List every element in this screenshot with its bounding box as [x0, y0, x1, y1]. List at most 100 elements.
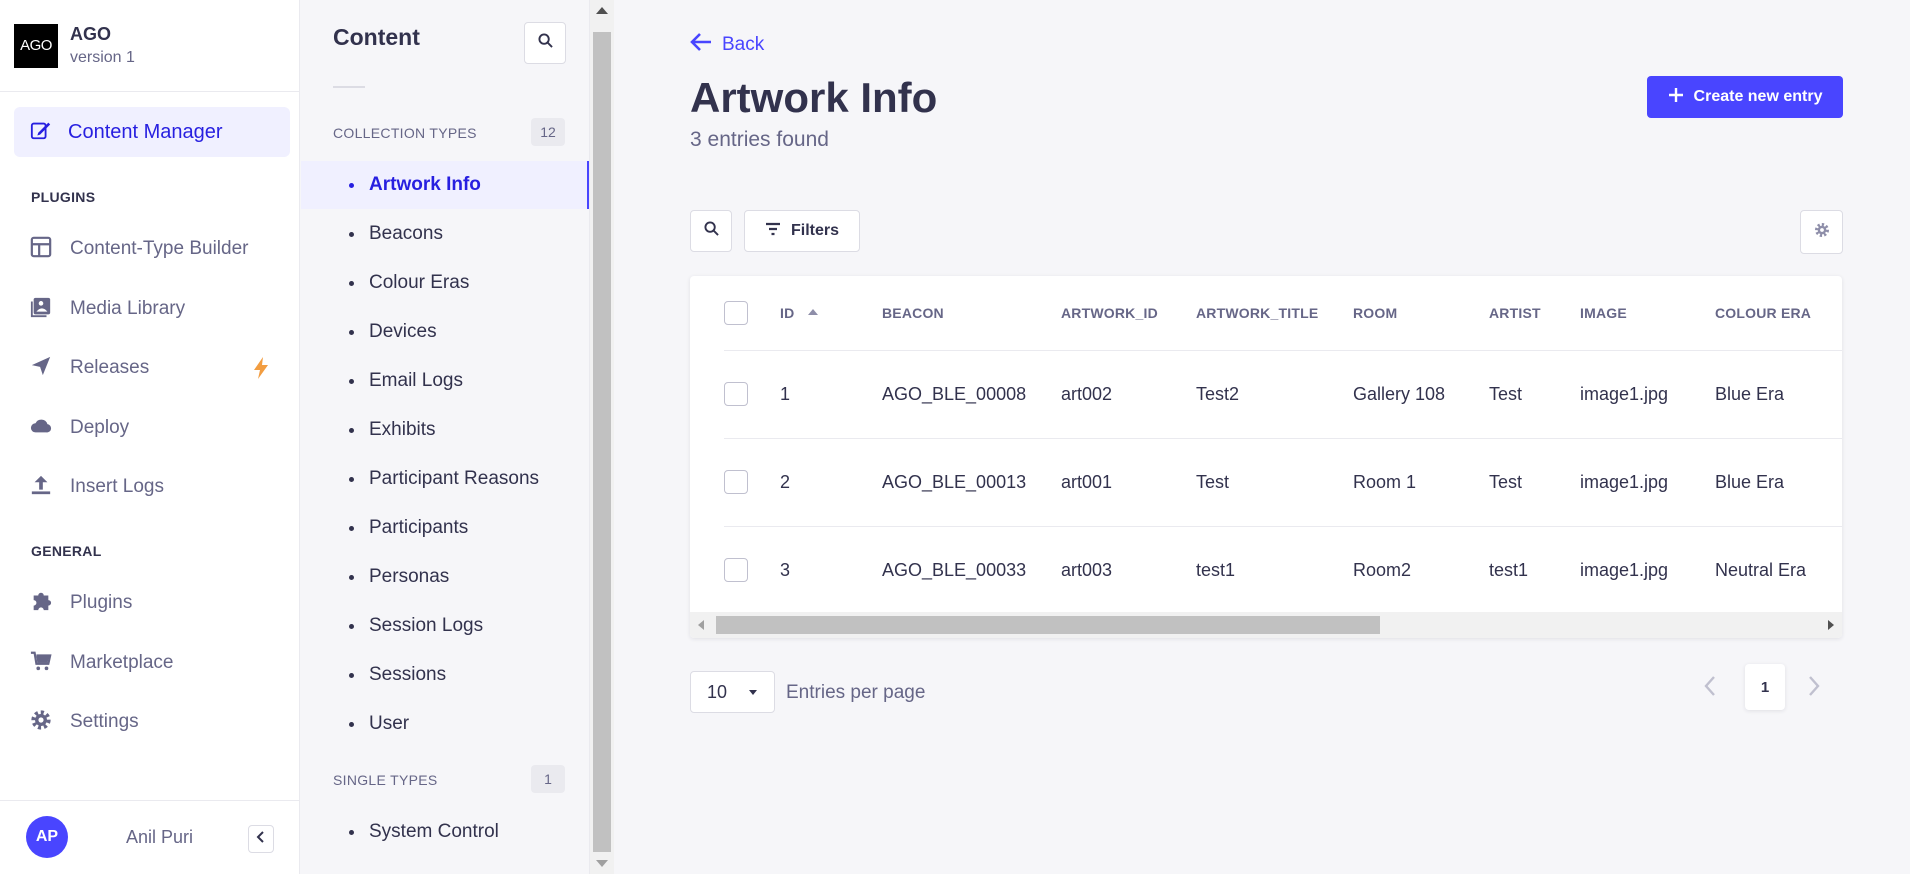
per-page-label: Entries per page: [786, 682, 926, 703]
create-new-entry-button[interactable]: Create new entry: [1647, 76, 1843, 118]
collection-type-item[interactable]: Participants: [301, 504, 589, 552]
column-header-beacon[interactable]: BEACON: [882, 276, 1061, 351]
bullet-icon: [349, 829, 354, 835]
nav-item-content-manager[interactable]: Content Manager: [14, 107, 290, 157]
column-header-artwork-title[interactable]: ARTWORK_TITLE: [1196, 276, 1353, 351]
subnav-scrollbar[interactable]: [590, 0, 614, 874]
table-cell: 1: [780, 350, 882, 439]
back-link[interactable]: Back: [690, 32, 764, 58]
single-type-item[interactable]: System Control: [301, 808, 589, 856]
table-cell: image1.jpg: [1580, 438, 1715, 527]
nav-item-deploy[interactable]: Deploy: [30, 411, 270, 445]
nav-item-marketplace[interactable]: Marketplace: [30, 646, 270, 680]
collection-type-label: Sessions: [369, 664, 447, 685]
scroll-right-arrow[interactable]: [1828, 620, 1834, 630]
chevron-left-icon: [1702, 676, 1718, 702]
previous-page-button[interactable]: [1702, 674, 1718, 703]
page-button-current[interactable]: 1: [1745, 664, 1785, 710]
row-checkbox[interactable]: [724, 470, 748, 494]
table-cell: AGO_BLE_00008: [882, 350, 1061, 439]
nav-item-media-library[interactable]: Media Library: [30, 292, 270, 326]
scroll-left-arrow[interactable]: [698, 620, 704, 630]
column-header-artwork-id[interactable]: ARTWORK_ID: [1061, 276, 1196, 351]
caret-down-icon: [749, 690, 757, 695]
table-header-row: ID BEACON ARTWORK_ID ARTWORK_TITLE ROOM …: [724, 276, 1842, 351]
image-icon: [30, 296, 52, 323]
collection-type-item[interactable]: Exhibits: [301, 406, 589, 454]
select-all-checkbox[interactable]: [724, 300, 748, 325]
horizontal-scrollbar[interactable]: [690, 612, 1842, 638]
brand-title: AGO: [70, 24, 112, 44]
nav-item-insert-logs[interactable]: Insert Logs: [30, 470, 270, 504]
table-cell: Neutral Era: [1715, 559, 1807, 580]
collection-type-item[interactable]: Artwork Info: [301, 161, 589, 209]
entries-per-page-select[interactable]: 10: [690, 671, 775, 713]
table-cell: Blue Era: [1715, 350, 1842, 439]
table-cell: 3: [780, 559, 791, 580]
collection-type-item[interactable]: Beacons: [301, 210, 589, 258]
nav-item-releases[interactable]: Releases: [30, 351, 270, 385]
next-page-button[interactable]: [1806, 674, 1822, 703]
gear-icon: [1814, 222, 1830, 243]
scroll-down-arrow[interactable]: [596, 860, 608, 867]
collection-type-item[interactable]: Email Logs: [301, 357, 589, 405]
nav-item-settings[interactable]: Settings: [30, 705, 270, 739]
brand-version: version 1: [70, 49, 135, 66]
collapse-nav-button[interactable]: [248, 825, 274, 853]
scroll-up-arrow[interactable]: [596, 7, 608, 14]
nav-item-label: Content Manager: [68, 120, 223, 143]
nav-item-label: Plugins: [70, 592, 133, 613]
collection-type-item[interactable]: Devices: [301, 308, 589, 356]
table-cell: Blue Era: [1715, 438, 1842, 527]
collection-type-item[interactable]: User: [301, 700, 589, 748]
bullet-icon: [349, 182, 354, 188]
bullet-icon: [349, 280, 354, 286]
layout-icon: [30, 236, 52, 263]
chevron-right-icon: [1806, 676, 1822, 702]
column-header-image[interactable]: IMAGE: [1580, 276, 1715, 351]
table-search-button[interactable]: [690, 210, 732, 252]
table-settings-button[interactable]: [1800, 210, 1843, 254]
collection-type-item[interactable]: Personas: [301, 553, 589, 601]
column-header-colour-era[interactable]: COLOUR ERA: [1715, 276, 1842, 351]
user-name[interactable]: Anil Puri: [126, 827, 193, 848]
table-cell: Test2: [1196, 350, 1353, 439]
collection-type-label: Devices: [369, 321, 437, 342]
row-checkbox[interactable]: [724, 558, 748, 583]
scrollbar-thumb[interactable]: [593, 32, 611, 852]
collection-type-item[interactable]: Sessions: [301, 651, 589, 699]
collection-type-label: Artwork Info: [369, 174, 481, 195]
table-row[interactable]: 3 AGO_BLE_00033 art003 test1 Room2 test1 image…: [724, 526, 1842, 614]
bullet-icon: [349, 427, 354, 433]
table-cell: Room2: [1353, 559, 1412, 580]
column-header-room[interactable]: ROOM: [1353, 276, 1489, 351]
column-header-id[interactable]: ID: [780, 276, 882, 351]
table-cell: AGO_BLE_00033: [882, 559, 1027, 580]
collection-type-label: Session Logs: [369, 615, 484, 636]
search-icon: [537, 33, 553, 53]
avatar[interactable]: AP: [26, 816, 68, 858]
column-header-artist[interactable]: ARTIST: [1489, 276, 1580, 351]
subnav-search-button[interactable]: [524, 22, 566, 64]
page-title: Artwork Info: [690, 74, 938, 121]
bullet-icon: [349, 231, 354, 237]
collection-type-label: Beacons: [369, 223, 443, 244]
plus-icon: [1668, 87, 1684, 108]
single-count-badge: 1: [531, 765, 565, 793]
table-row[interactable]: 1 AGO_BLE_00008 art002 Test2 Gallery 108 Test…: [724, 350, 1842, 439]
row-checkbox[interactable]: [724, 382, 748, 406]
filters-button[interactable]: Filters: [744, 210, 860, 252]
nav-item-label: Settings: [70, 711, 139, 732]
collection-type-item[interactable]: Participant Reasons: [301, 455, 589, 503]
table-cell: test1: [1196, 559, 1236, 580]
feather-pencil-icon: [30, 119, 52, 146]
nav-item-plugins[interactable]: Plugins: [30, 586, 270, 620]
collection-type-item[interactable]: Colour Eras: [301, 259, 589, 307]
subnav-title: Content: [333, 24, 420, 50]
scrollbar-thumb[interactable]: [716, 616, 1380, 634]
nav-item-content-type-builder[interactable]: Content-Type Builder: [30, 232, 270, 266]
collection-type-item[interactable]: Session Logs: [301, 602, 589, 650]
sort-ascending-icon[interactable]: [808, 309, 819, 316]
table-row[interactable]: 2 AGO_BLE_00013 art001 Test Room 1 Test image1…: [724, 438, 1842, 527]
table-cell: test1: [1489, 559, 1529, 580]
